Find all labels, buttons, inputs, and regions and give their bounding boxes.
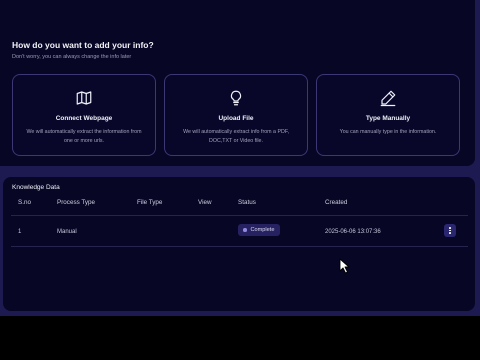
mouse-cursor-icon bbox=[339, 258, 350, 279]
pencil-icon bbox=[317, 89, 459, 107]
column-header-view: View bbox=[198, 199, 212, 206]
app-window: How do you want to add your info? Don't … bbox=[0, 0, 480, 316]
card-title: Connect Webpage bbox=[55, 115, 113, 122]
card-description: We will automatically extract the inform… bbox=[26, 129, 142, 144]
card-title: Upload File bbox=[218, 115, 254, 122]
upload-file-card[interactable]: Upload File We will automatically extrac… bbox=[164, 74, 308, 156]
map-icon bbox=[13, 89, 155, 107]
kebab-dot-icon bbox=[449, 229, 451, 232]
card-title: Type Manually bbox=[365, 115, 411, 122]
table-divider bbox=[11, 215, 468, 216]
knowledge-data-panel: Knowledge Data S.no Process Type File Ty… bbox=[3, 177, 475, 311]
cell-sno: 1 bbox=[18, 229, 22, 235]
connect-webpage-card[interactable]: Connect Webpage We will automatically ex… bbox=[12, 74, 156, 156]
column-header-created: Created bbox=[325, 199, 348, 206]
column-header-file-type: File Type bbox=[137, 199, 163, 206]
page-subtitle: Don't worry, you can always change the i… bbox=[12, 54, 132, 60]
kebab-dot-icon bbox=[449, 226, 451, 229]
column-header-status: Status bbox=[238, 199, 256, 206]
page-title: How do you want to add your info? bbox=[12, 40, 154, 50]
cell-created: 2025-06-06 13:07:36 bbox=[325, 229, 381, 235]
column-header-sno: S.no bbox=[18, 199, 31, 206]
status-dot-icon bbox=[243, 228, 247, 232]
type-manually-card[interactable]: Type Manually You can manually type in t… bbox=[316, 74, 460, 156]
table-divider bbox=[11, 246, 468, 247]
column-header-process-type: Process Type bbox=[57, 199, 96, 206]
add-info-panel: How do you want to add your info? Don't … bbox=[0, 0, 475, 166]
card-description: You can manually type in the information… bbox=[339, 129, 437, 135]
lightbulb-icon bbox=[165, 89, 307, 107]
status-text: Complete bbox=[250, 227, 275, 233]
cell-process-type: Manual bbox=[57, 229, 77, 235]
status-badge: Complete bbox=[238, 224, 281, 236]
kebab-dot-icon bbox=[449, 232, 451, 235]
section-title: Knowledge Data bbox=[12, 184, 60, 191]
row-actions-button[interactable] bbox=[444, 224, 456, 237]
card-description: We will automatically extract info from … bbox=[183, 129, 289, 144]
